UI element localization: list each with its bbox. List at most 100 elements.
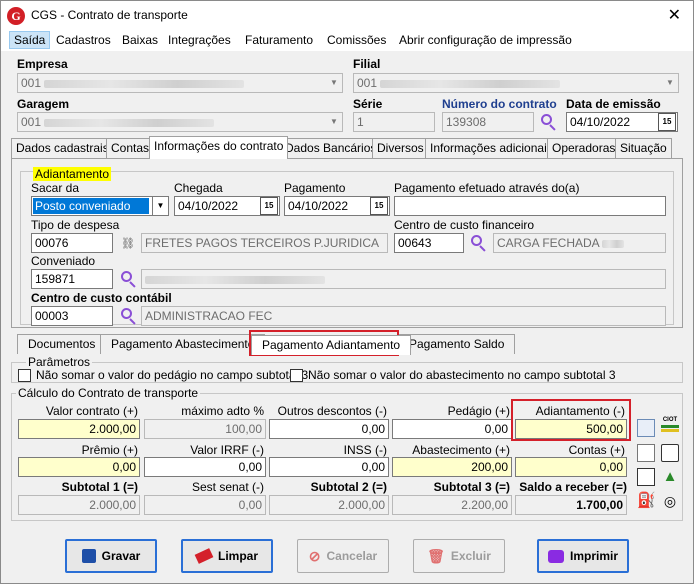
abastecimento-label: Abastecimento (+) <box>412 443 510 457</box>
tab-dados-cadastrais[interactable]: Dados cadastrais <box>11 138 114 158</box>
save-icon <box>81 549 96 563</box>
subtotal1-label: Subtotal 1 (=) <box>61 480 138 494</box>
calendar-icon[interactable]: 15 <box>658 113 676 131</box>
centro-custo-contabil-desc: ADMINISTRACAO FEC <box>141 306 666 326</box>
menu-bar: Saída Cadastros Baixas Integrações Fatur… <box>1 29 693 51</box>
subtotal3-label: Subtotal 3 (=) <box>433 480 510 494</box>
chevron-down-icon: ▼ <box>330 78 338 87</box>
pagamento-label: Pagamento <box>284 181 346 195</box>
toll-icon[interactable]: ◎ <box>661 492 679 510</box>
chegada-label: Chegada <box>174 181 223 195</box>
eraser-icon <box>194 548 214 564</box>
binoculars-icon[interactable]: ⛓ <box>121 237 135 250</box>
trash-icon: 🗑 <box>427 547 445 564</box>
pagamento-efetuado-field[interactable] <box>394 196 666 216</box>
checkbox-nao-somar-pedagio[interactable] <box>18 369 31 382</box>
subtab-pagamento-abastecimento[interactable]: Pagamento Abastecimento <box>100 334 266 354</box>
tab-informacoes-contrato[interactable]: Informações do contrato <box>149 136 289 159</box>
excluir-button[interactable]: 🗑 Excluir <box>413 539 505 573</box>
tab-operadoras[interactable]: Operadoras <box>547 138 621 158</box>
imprimir-button[interactable]: Imprimir <box>537 539 629 573</box>
maximo-adto-label: máximo adto % <box>181 404 264 418</box>
calendar-icon[interactable]: 15 <box>260 197 278 215</box>
tab-dados-bancarios[interactable]: Dados Bancários <box>280 138 382 158</box>
menu-saida[interactable]: Saída <box>9 31 51 49</box>
tab-situacao[interactable]: Situação <box>615 138 672 158</box>
document-icon[interactable] <box>637 419 655 437</box>
garagem-select[interactable]: 001 ▼ <box>17 112 343 132</box>
search-icon[interactable] <box>119 270 137 288</box>
abastecimento-field[interactable]: 200,00 <box>392 457 512 477</box>
premio-field[interactable]: 0,00 <box>18 457 140 477</box>
premio-label: Prêmio (+) <box>81 443 138 457</box>
menu-cadastros[interactable]: Cadastros <box>52 32 115 48</box>
copy-icon[interactable] <box>637 444 655 462</box>
chevron-down-icon: ▼ <box>666 78 674 87</box>
checkbox-nao-somar-abastecimento[interactable] <box>290 369 303 382</box>
limpar-button[interactable]: Limpar <box>181 539 273 573</box>
subtab-pagamento-adiantamento[interactable]: Pagamento Adiantamento <box>251 335 412 355</box>
search-icon[interactable] <box>539 113 557 131</box>
conveniado-code[interactable]: 159871 <box>31 269 113 289</box>
search-icon[interactable] <box>469 234 487 252</box>
valor-irrf-field[interactable]: 0,00 <box>144 457 266 477</box>
subtab-documentos[interactable]: Documentos <box>17 334 107 354</box>
tab-diversos[interactable]: Diversos <box>372 138 429 158</box>
saldo-receber-label: Saldo a receber (=) <box>519 480 627 494</box>
cancelar-button[interactable]: ⊘ Cancelar <box>297 539 389 573</box>
menu-comissoes[interactable]: Comissões <box>323 32 390 48</box>
fuel-pump-icon[interactable]: ⛽ <box>637 492 656 510</box>
filial-label: Filial <box>353 57 381 71</box>
main-tabs: Dados cadastrais Contas Informações do c… <box>11 136 683 159</box>
garagem-label: Garagem <box>17 97 70 111</box>
menu-faturamento[interactable]: Faturamento <box>241 32 317 48</box>
sacar-label: Sacar da <box>31 181 80 195</box>
tipo-despesa-desc: FRETES PAGOS TERCEIROS P.JURIDICA <box>141 233 388 253</box>
pages-icon[interactable] <box>637 468 655 486</box>
checkbox-label-abastecimento: Não somar o valor do abastecimento no ca… <box>308 368 616 382</box>
search-document-icon[interactable] <box>661 444 679 462</box>
menu-integracoes[interactable]: Integrações <box>164 32 235 48</box>
menu-abrir-configuracao[interactable]: Abrir configuração de impressão <box>395 32 576 48</box>
sacar-select[interactable]: Posto conveniado ▼ <box>31 196 169 216</box>
subtotal2-label: Subtotal 2 (=) <box>310 480 387 494</box>
tab-informacoes-adicionais[interactable]: Informações adicionais <box>425 138 558 158</box>
valor-contrato-field[interactable]: 2.000,00 <box>18 419 140 439</box>
calendar-icon[interactable]: 15 <box>370 197 388 215</box>
title-bar: G CGS - Contrato de transporte ✕ <box>1 1 693 29</box>
filial-select[interactable]: 001 ▼ <box>353 73 679 93</box>
inss-field[interactable]: 0,00 <box>269 457 389 477</box>
centro-custo-contabil-label: Centro de custo contábil <box>31 291 172 305</box>
close-icon[interactable]: ✕ <box>668 5 681 25</box>
gravar-button[interactable]: Gravar <box>65 539 157 573</box>
ciot-icon[interactable]: CIOT <box>661 417 679 435</box>
serie-field[interactable]: 1 <box>353 112 435 132</box>
contas-field[interactable]: 0,00 <box>515 457 627 477</box>
numero-contrato-label: Número do contrato <box>442 97 557 111</box>
centro-custo-contabil-code[interactable]: 00003 <box>31 306 113 326</box>
app-logo: G <box>7 7 25 25</box>
maximo-adto-field: 100,00 <box>144 419 266 439</box>
centro-custo-financeiro-code[interactable]: 00643 <box>394 233 464 253</box>
search-icon[interactable] <box>119 307 137 325</box>
numero-contrato-field[interactable]: 139308 <box>442 112 534 132</box>
conveniado-label: Conveniado <box>31 254 96 268</box>
valor-irrf-label: Valor IRRF (-) <box>190 443 264 457</box>
window: G CGS - Contrato de transporte ✕ Saída C… <box>0 0 694 584</box>
menu-baixas[interactable]: Baixas <box>118 32 162 48</box>
subtotal2-field: 2.000,00 <box>269 495 389 515</box>
tab-contas[interactable]: Contas <box>106 138 155 158</box>
subtab-pagamento-saldo[interactable]: Pagamento Saldo <box>398 334 516 354</box>
empresa-label: Empresa <box>17 57 68 71</box>
pedagio-field[interactable]: 0,00 <box>392 419 512 439</box>
centro-custo-financeiro-label: Centro de custo financeiro <box>394 218 535 232</box>
centro-custo-financeiro-desc: CARGA FECHADA <box>493 233 666 253</box>
highlight-adiantamento <box>511 399 631 441</box>
warning-icon[interactable]: ▲ <box>661 468 679 486</box>
cancel-icon: ⊘ <box>308 547 321 564</box>
outros-descontos-field[interactable]: 0,00 <box>269 419 389 439</box>
valor-contrato-label: Valor contrato (+) <box>45 404 138 418</box>
empresa-select[interactable]: 001 ▼ <box>17 73 343 93</box>
chevron-down-icon: ▼ <box>330 117 338 126</box>
tipo-despesa-code[interactable]: 00076 <box>31 233 113 253</box>
